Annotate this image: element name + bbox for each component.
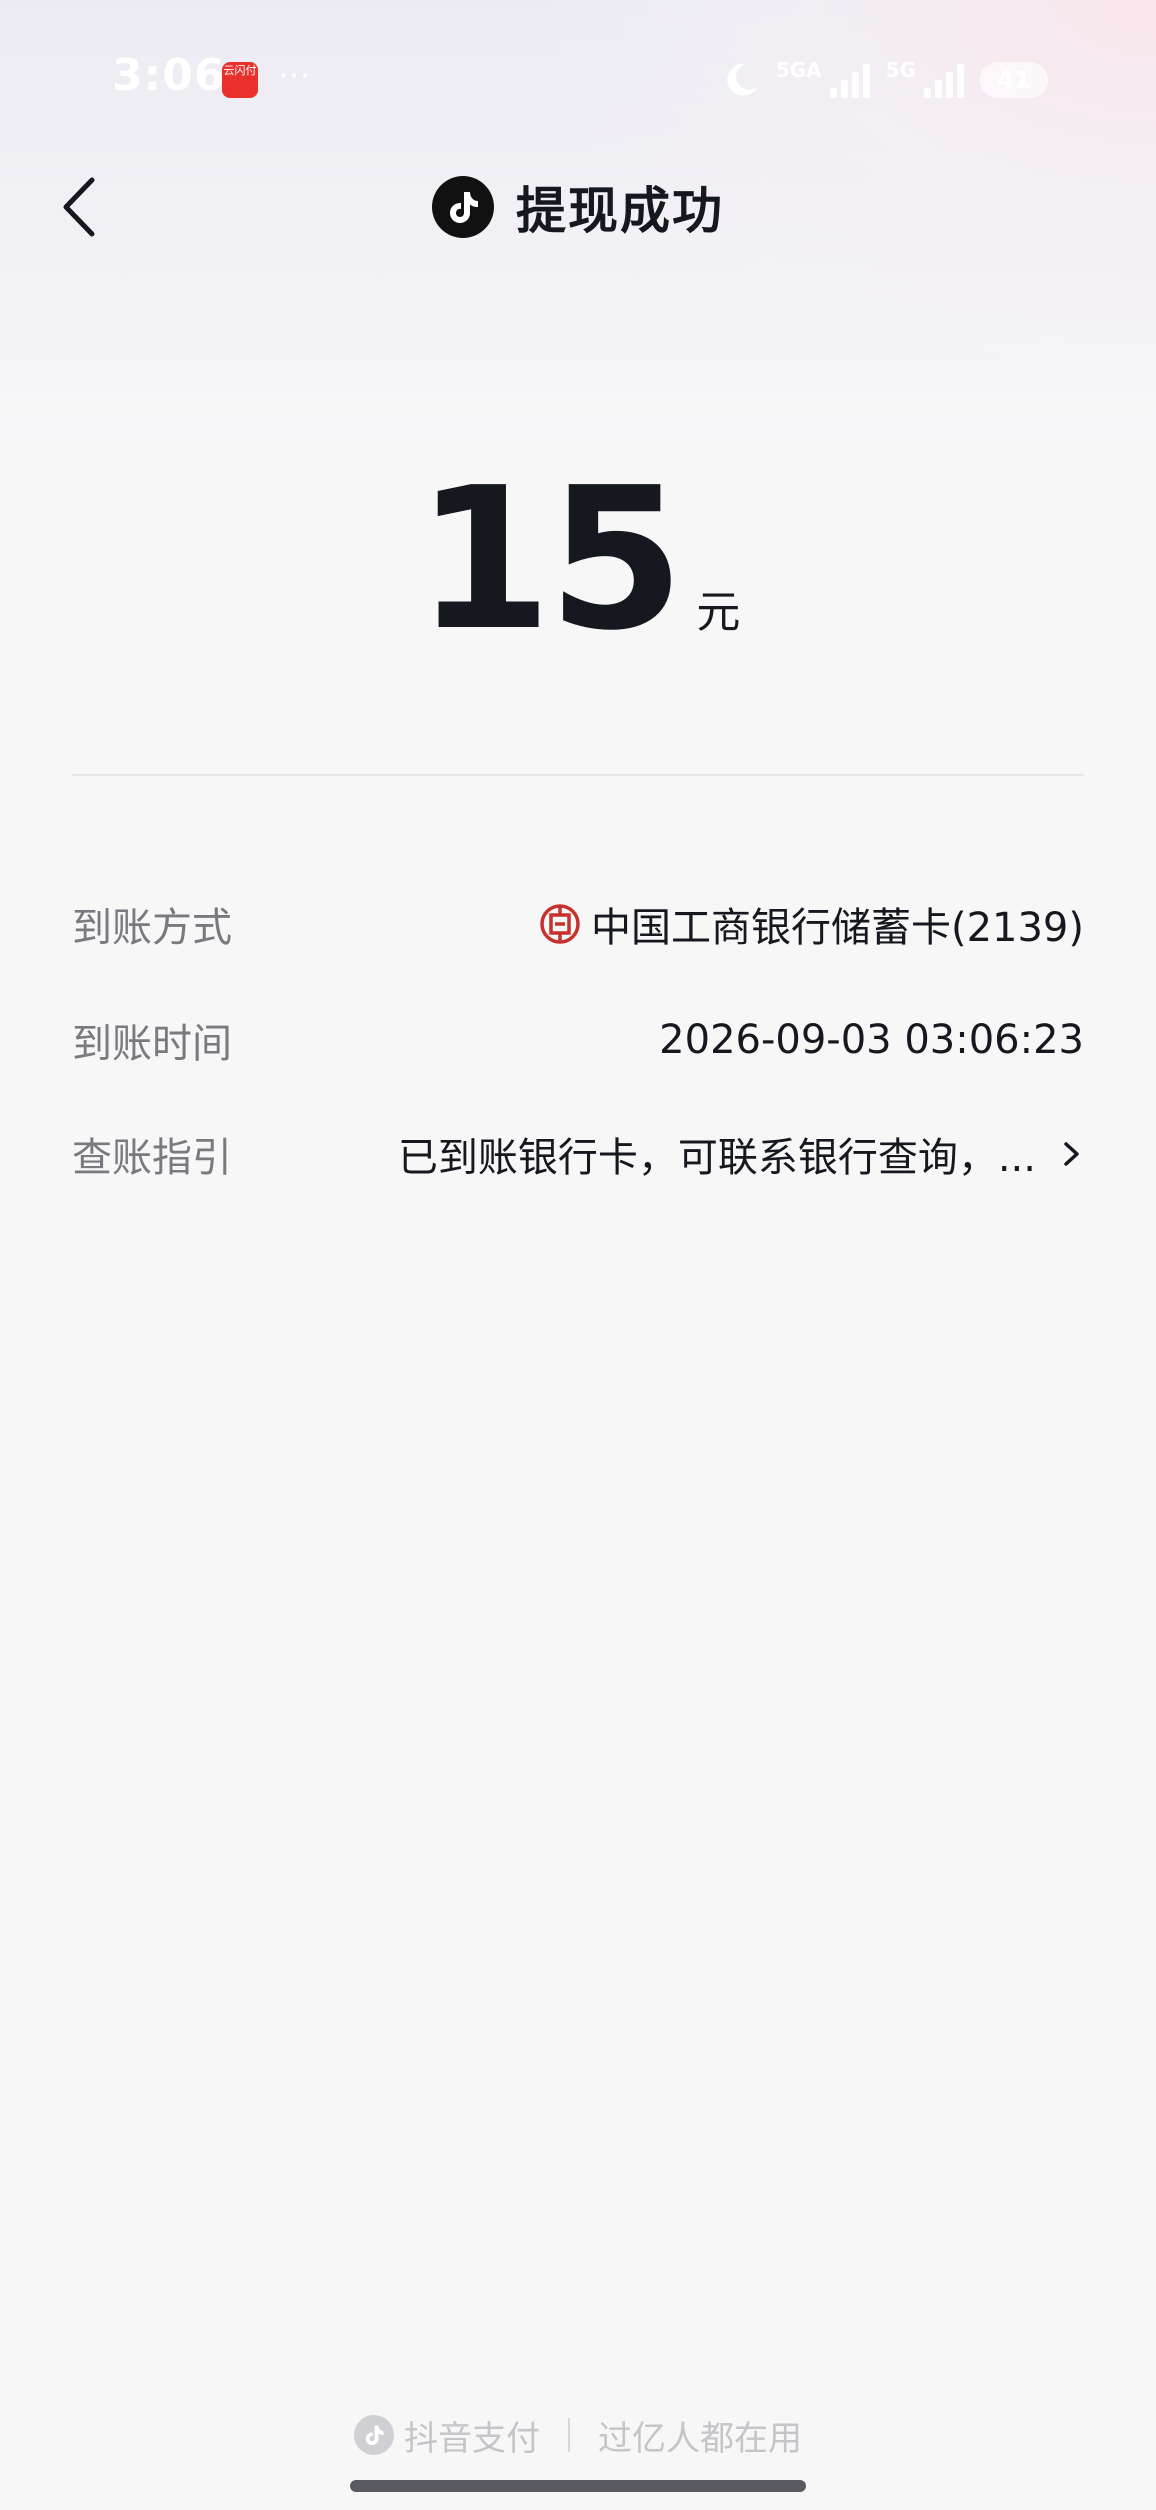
status-bar: 3:06 云闪付 ··· 5GA 5G 41 [0, 0, 1156, 160]
footer-separator [568, 2418, 570, 2452]
bank-card-name: 中国工商银行储蓄卡(2139) [590, 905, 1084, 951]
battery-indicator: 41 [980, 62, 1048, 98]
divider [72, 774, 1084, 776]
nav-bar: 提现成功 [0, 172, 1156, 242]
row-label: 查账指引 [72, 1135, 232, 1181]
signal-icon-secondary [924, 64, 964, 98]
footer-slogan: 过亿人都在用 [598, 2418, 802, 2459]
signal-icon [829, 64, 870, 98]
status-more-icon: ··· [278, 56, 311, 96]
unionpay-app-icon: 云闪付 [222, 62, 258, 98]
footer-branding: 抖音支付 过亿人都在用 [0, 2410, 1156, 2460]
row-label: 到账时间 [72, 1021, 232, 1067]
row-value[interactable]: 已到账银行卡，可联系银行查询，... [398, 1125, 1084, 1183]
page-title: 提现成功 [516, 182, 724, 240]
withdraw-amount: 15 元 [0, 462, 1156, 658]
row-label: 到账方式 [72, 905, 232, 951]
arrival-time: 2026-09-03 03:06:23 [659, 1017, 1084, 1063]
detail-row-method: 到账方式 中国工商银行储蓄卡(2139) [72, 894, 1084, 954]
detail-row-guide[interactable]: 查账指引 已到账银行卡，可联系银行查询，... [72, 1124, 1084, 1184]
chevron-right-icon [1064, 1142, 1079, 1166]
icbc-bank-icon [540, 904, 580, 944]
guide-text: 已到账银行卡，可联系银行查询，... [397, 1135, 1036, 1181]
amount-unit: 元 [696, 587, 741, 638]
network-5ga-label: 5GA [775, 58, 822, 82]
detail-row-time: 到账时间 2026-09-03 03:06:23 [72, 1010, 1084, 1070]
amount-value: 15 [415, 446, 685, 674]
network-5g-label: 5G [885, 58, 916, 82]
status-time: 3:06 [112, 50, 226, 101]
footer-brand: 抖音支付 [404, 2418, 540, 2459]
home-indicator[interactable] [350, 2480, 806, 2492]
moon-icon [727, 63, 758, 96]
status-indicators: 5GA 5G 41 [708, 58, 1048, 102]
row-value: 中国工商银行储蓄卡(2139) [539, 895, 1084, 953]
douyin-pay-logo-icon [354, 2415, 394, 2455]
douyin-logo-icon [432, 176, 494, 238]
